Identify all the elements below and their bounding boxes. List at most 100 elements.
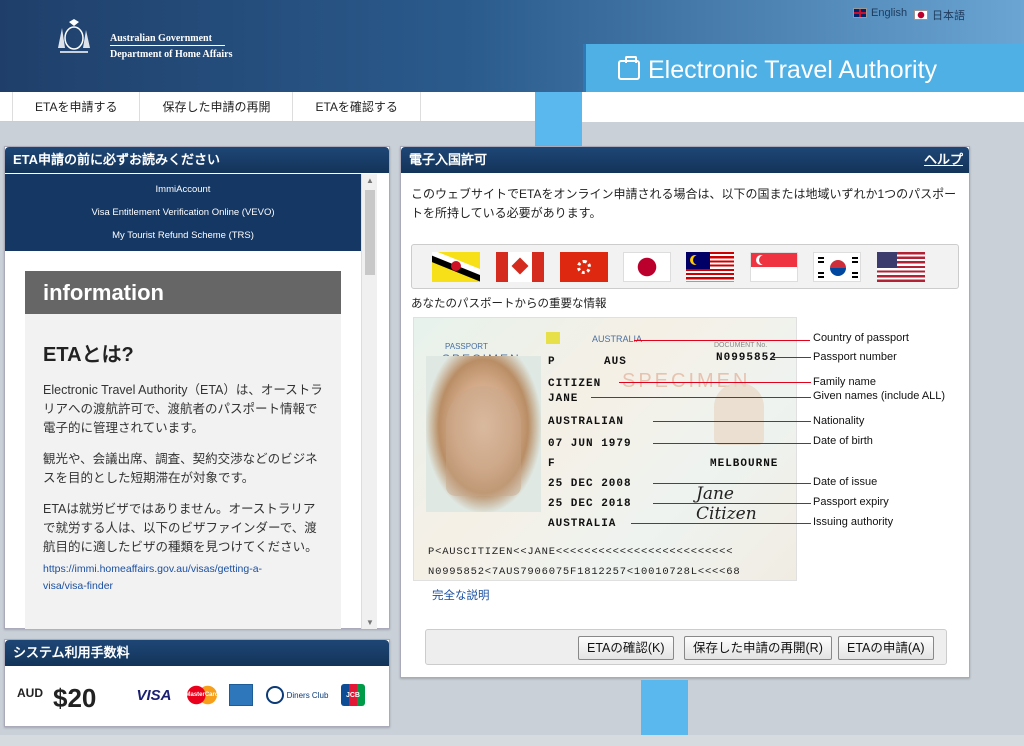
nav-resume-application[interactable]: 保存した申請の再開 <box>140 92 294 121</box>
callout-line-given <box>591 397 811 398</box>
pp-ghost-photo <box>714 383 764 445</box>
info-paragraph-2: 観光や、会議出席、調査、契約交渉などのビジネスを目的とした短期滞在が対象です。 <box>43 452 318 485</box>
scroll-up-icon[interactable]: ▲ <box>366 176 374 185</box>
panel-scrollbar[interactable]: ▲ ▼ <box>361 174 377 629</box>
read-before-panel: ETA申請の前に必ずお読みください ImmiAccount Visa Entit… <box>4 146 390 629</box>
info-heading: ETAとは? <box>43 344 134 366</box>
callout-line-issue <box>653 483 811 484</box>
callout-line-dob <box>653 443 811 444</box>
japan-flag-icon <box>914 10 928 20</box>
info-title: information <box>25 271 341 314</box>
decorative-bar <box>535 92 582 146</box>
passport-specimen-image: PASSPORT SPECIMEN AUSTRALIA DOCUMENT No.… <box>413 317 797 581</box>
pp-type: P <box>548 356 556 368</box>
department-name: Department of Home Affairs <box>110 49 233 60</box>
nav-apply-eta[interactable]: ETAを申請する <box>12 92 141 121</box>
divider <box>110 45 225 46</box>
passport-photo <box>426 356 541 512</box>
eligible-country-flags <box>411 244 959 289</box>
intro-text: このウェブサイトでETAをオンライン申請される場合は、以下の国または地域いずれか… <box>411 187 957 220</box>
pp-sex: F <box>548 458 556 470</box>
callout-line-nationality <box>653 421 811 422</box>
fee-panel: システム利用手数料 AUD $20 VISA MasterCard Diners… <box>4 639 390 727</box>
app-title: Electronic Travel Authority <box>648 56 938 84</box>
pp-surname: CITIZEN <box>548 378 602 390</box>
canada-flag-icon <box>496 252 544 282</box>
scroll-down-icon[interactable]: ▼ <box>366 618 374 627</box>
pp-signature: Jane Citizen <box>696 484 757 524</box>
lang-japanese-link[interactable]: 日本語 <box>914 7 965 23</box>
info-paragraph-3: ETAは就労ビザではありません。オーストラリアで就労する人は、以下のビザファイン… <box>43 502 318 554</box>
pp-authority: AUSTRALIA <box>548 518 617 530</box>
lang-english-label: English <box>871 7 908 19</box>
quick-links: ImmiAccount Visa Entitlement Verificatio… <box>5 174 361 251</box>
callout-expiry: Passport expiry <box>813 496 889 508</box>
pp-expiry: 25 DEC 2018 <box>548 498 632 510</box>
panel-title: ETA申請の前に必ずお読みください <box>5 147 389 173</box>
pp-place: MELBOURNE <box>710 458 779 470</box>
action-bar: ETAの確認(K) 保存した申請の再開(R) ETAの申請(A) <box>425 629 947 665</box>
callout-passport-number: Passport number <box>813 351 897 363</box>
eta-panel-title-text: 電子入国許可 <box>409 152 488 167</box>
link-trs[interactable]: My Tourist Refund Scheme (TRS) <box>5 230 361 253</box>
singapore-flag-icon <box>750 252 798 282</box>
fee-amount: $20 <box>53 683 97 713</box>
visa-finder-link-line2[interactable]: visa/visa-finder <box>43 578 323 595</box>
pp-chip-icon <box>546 332 560 344</box>
callout-line-authority <box>631 523 811 524</box>
visa-finder-link[interactable]: https://immi.homeaffairs.gov.au/visas/ge… <box>43 561 323 595</box>
pp-given: JANE <box>548 393 579 405</box>
accepted-cards: VISA MasterCard Diners Club JCB <box>133 684 365 706</box>
malaysia-flag-icon <box>686 252 734 282</box>
uk-flag-icon <box>853 8 867 18</box>
pp-issue: 25 DEC 2008 <box>548 478 632 490</box>
callout-country: Country of passport <box>813 332 909 344</box>
jcb-card-icon: JCB <box>341 684 365 706</box>
fee-title: システム利用手数料 <box>5 640 389 666</box>
help-link[interactable]: ヘルプ <box>924 147 963 173</box>
pp-mrz-line2: N0995852<7AUS7906075F1812257<10010728L<<… <box>428 566 741 578</box>
full-description-link[interactable]: 完全な説明 <box>432 587 490 603</box>
nav-check-eta[interactable]: ETAを確認する <box>293 92 421 121</box>
pp-nationality: AUSTRALIAN <box>548 416 625 428</box>
footer-strip <box>0 735 1024 746</box>
check-eta-button[interactable]: ETAの確認(K) <box>578 636 674 660</box>
fee-currency: AUD <box>17 686 43 700</box>
diners-club-card-icon: Diners Club <box>261 684 333 706</box>
link-vevo[interactable]: Visa Entitlement Verification Online (VE… <box>5 207 361 230</box>
diners-label: Diners Club <box>286 690 329 700</box>
visa-card-icon: VISA <box>136 686 172 704</box>
passport-info-label: あなたのパスポートからの重要な情報 <box>411 298 607 310</box>
lang-english-link[interactable]: English <box>853 7 907 19</box>
mastercard-icon: MasterCard <box>183 684 221 706</box>
south-korea-flag-icon <box>813 252 861 282</box>
callout-nationality: Nationality <box>813 415 865 427</box>
apply-eta-button[interactable]: ETAの申請(A) <box>838 636 934 660</box>
pp-docno-label: DOCUMENT No. <box>714 342 768 349</box>
link-immiaccount[interactable]: ImmiAccount <box>5 184 361 207</box>
callout-line-country <box>634 340 810 341</box>
eta-info-panel: 電子入国許可 ヘルプ このウェブサイトでETAをオンライン申請される場合は、以下… <box>400 146 970 678</box>
callout-line-family <box>619 382 811 383</box>
pp-country: AUSTRALIA <box>592 334 643 344</box>
callout-line-passport-no <box>771 357 811 358</box>
government-name: Australian Government <box>110 33 212 44</box>
australian-coat-of-arms-icon <box>58 19 90 53</box>
diners-logo-icon <box>265 686 284 704</box>
scroll-thumb[interactable] <box>365 190 375 275</box>
pp-code: AUS <box>604 356 627 368</box>
pp-mrz-line1: P<AUSCITIZEN<<JANE<<<<<<<<<<<<<<<<<<<<<<… <box>428 546 734 558</box>
brunei-flag-icon <box>432 252 480 282</box>
callout-line-expiry <box>653 503 811 504</box>
pp-docno: N0995852 <box>716 352 777 364</box>
nav-right-space <box>582 92 1024 122</box>
resume-application-button[interactable]: 保存した申請の再開(R) <box>684 636 832 660</box>
briefcase-icon <box>618 56 640 80</box>
usa-flag-icon <box>877 252 925 282</box>
callout-dob: Date of birth <box>813 435 873 447</box>
amex-card-icon <box>229 684 253 706</box>
main-nav: ETAを申請する 保存した申請の再開 ETAを確認する <box>0 92 582 122</box>
callout-given-names: Given names (include ALL) <box>813 390 946 402</box>
visa-finder-link-line1[interactable]: https://immi.homeaffairs.gov.au/visas/ge… <box>43 561 323 578</box>
pp-dob: 07 JUN 1979 <box>548 438 632 450</box>
